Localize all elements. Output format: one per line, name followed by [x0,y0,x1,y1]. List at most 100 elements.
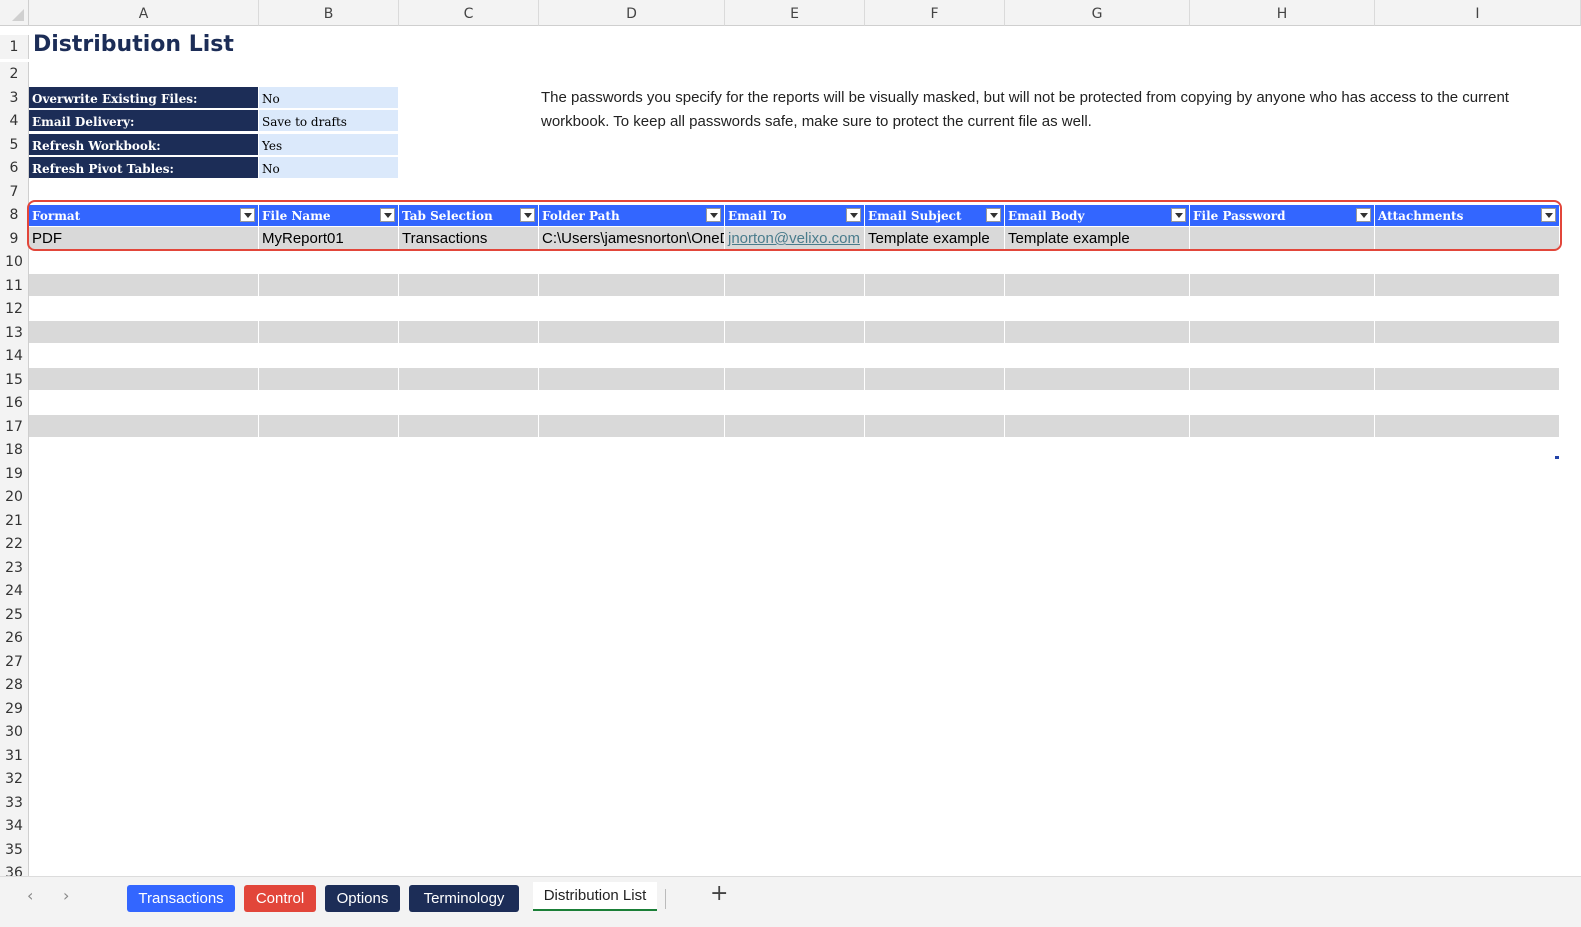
row-header[interactable]: 2 [0,62,29,86]
sheet-tab-terminology[interactable]: Terminology [409,885,519,912]
sheet-tab-bar: ‹ › Transactions Control Options Termino… [0,876,1581,927]
row-header[interactable]: 16 [0,391,29,415]
cell-email-body[interactable]: Template example [1005,227,1190,249]
table-row[interactable] [29,368,1560,390]
filter-dropdown-icon[interactable] [520,208,535,222]
table-header-email-subject: Email Subject [865,205,1005,226]
row-header[interactable]: 26 [0,626,29,650]
filter-dropdown-icon[interactable] [1171,208,1186,222]
filter-dropdown-icon[interactable] [240,208,255,222]
column-header-g[interactable]: G [1005,0,1190,26]
row-header[interactable]: 4 [0,109,29,133]
row-header[interactable]: 7 [0,180,29,204]
setting-value-email-delivery[interactable]: Save to drafts [259,110,398,132]
column-header-e[interactable]: E [725,0,865,26]
header-label: Email Body [1008,209,1085,223]
table-resize-handle[interactable] [1555,456,1559,459]
column-header-a[interactable]: A [29,0,259,26]
column-header-d[interactable]: D [539,0,725,26]
sheet-tab-control[interactable]: Control [244,885,316,912]
header-label: Email Subject [868,209,962,223]
column-header-f[interactable]: F [865,0,1005,26]
sheet-tab-transactions[interactable]: Transactions [127,885,235,912]
filter-dropdown-icon[interactable] [1541,208,1556,222]
header-label: File Password [1193,209,1286,223]
row-header[interactable]: 28 [0,673,29,697]
row-header[interactable]: 6 [0,156,29,180]
row-header[interactable]: 8 [0,203,29,227]
row-header[interactable]: 3 [0,86,29,110]
filter-dropdown-icon[interactable] [706,208,721,222]
table-row[interactable] [29,274,1560,296]
row-header[interactable]: 22 [0,532,29,556]
filter-dropdown-icon[interactable] [846,208,861,222]
setting-label-email-delivery: Email Delivery: [29,110,258,132]
cell-tab-selection[interactable]: Transactions [399,227,539,249]
row-header[interactable]: 9 [0,227,29,251]
row-header[interactable]: 36 [0,861,29,876]
row-header[interactable]: 20 [0,485,29,509]
setting-value-refresh-workbook[interactable]: Yes [259,134,398,156]
cell-attachments[interactable] [1375,227,1560,249]
table-header-file-name: File Name [259,205,399,226]
header-label: Folder Path [542,209,620,223]
table-header-format: Format [29,205,259,226]
row-header[interactable]: 17 [0,415,29,439]
row-header[interactable]: 14 [0,344,29,368]
column-header-i[interactable]: I [1375,0,1581,26]
row-header[interactable]: 25 [0,603,29,627]
row-header[interactable]: 10 [0,250,29,274]
header-label: File Name [262,209,331,223]
row-header[interactable]: 21 [0,509,29,533]
tab-scroll-right-icon[interactable]: › [63,886,69,905]
cell-file-name[interactable]: MyReport01 [259,227,399,249]
row-header[interactable]: 27 [0,650,29,674]
setting-value-refresh-pivot[interactable]: No [259,157,398,179]
table-header-email-body: Email Body [1005,205,1190,226]
table-header-email-to: Email To [725,205,865,226]
row-header[interactable]: 12 [0,297,29,321]
row-header[interactable]: 32 [0,767,29,791]
cell-email-subject[interactable]: Template example [865,227,1005,249]
row-header[interactable]: 29 [0,697,29,721]
row-header[interactable]: 23 [0,556,29,580]
column-header-c[interactable]: C [399,0,539,26]
sheet-tab-distribution-list[interactable]: Distribution List [533,882,657,911]
row-header[interactable]: 11 [0,274,29,298]
page-title: Distribution List [33,32,234,57]
table-row[interactable] [29,321,1560,343]
table-header-folder-path: Folder Path [539,205,725,226]
column-header-h[interactable]: H [1190,0,1375,26]
row-header[interactable]: 33 [0,791,29,815]
row-header[interactable]: 5 [0,133,29,157]
header-label: Tab Selection [402,209,493,223]
filter-dropdown-icon[interactable] [986,208,1001,222]
row-header[interactable]: 1 [0,35,29,59]
table-row[interactable] [29,415,1560,437]
row-header[interactable]: 31 [0,744,29,768]
filter-dropdown-icon[interactable] [380,208,395,222]
row-header[interactable]: 34 [0,814,29,838]
row-header[interactable]: 18 [0,438,29,462]
row-header[interactable]: 24 [0,579,29,603]
header-label: Attachments [1378,209,1464,223]
add-sheet-icon[interactable]: + [710,881,728,906]
row-header[interactable]: 30 [0,720,29,744]
setting-value-overwrite[interactable]: No [259,87,398,109]
row-header[interactable]: 19 [0,462,29,486]
row-header[interactable]: 35 [0,838,29,862]
column-header-b[interactable]: B [259,0,399,26]
cell-file-password[interactable] [1190,227,1375,249]
cell-folder-path[interactable]: C:\Users\jamesnorton\OneDrive [539,227,725,249]
tab-scroll-left-icon[interactable]: ‹ [27,886,33,905]
filter-dropdown-icon[interactable] [1356,208,1371,222]
setting-label-refresh-workbook: Refresh Workbook: [29,134,258,156]
header-label: Email To [728,209,787,223]
row-header[interactable]: 15 [0,368,29,392]
row-header[interactable]: 13 [0,321,29,345]
cell-email-to-link[interactable]: jnorton@velixo.com [725,227,865,249]
sheet-tab-options[interactable]: Options [325,885,400,912]
cell-format[interactable]: PDF [29,227,259,249]
table-header-tab-selection: Tab Selection [399,205,539,226]
select-all-corner[interactable] [0,0,29,26]
